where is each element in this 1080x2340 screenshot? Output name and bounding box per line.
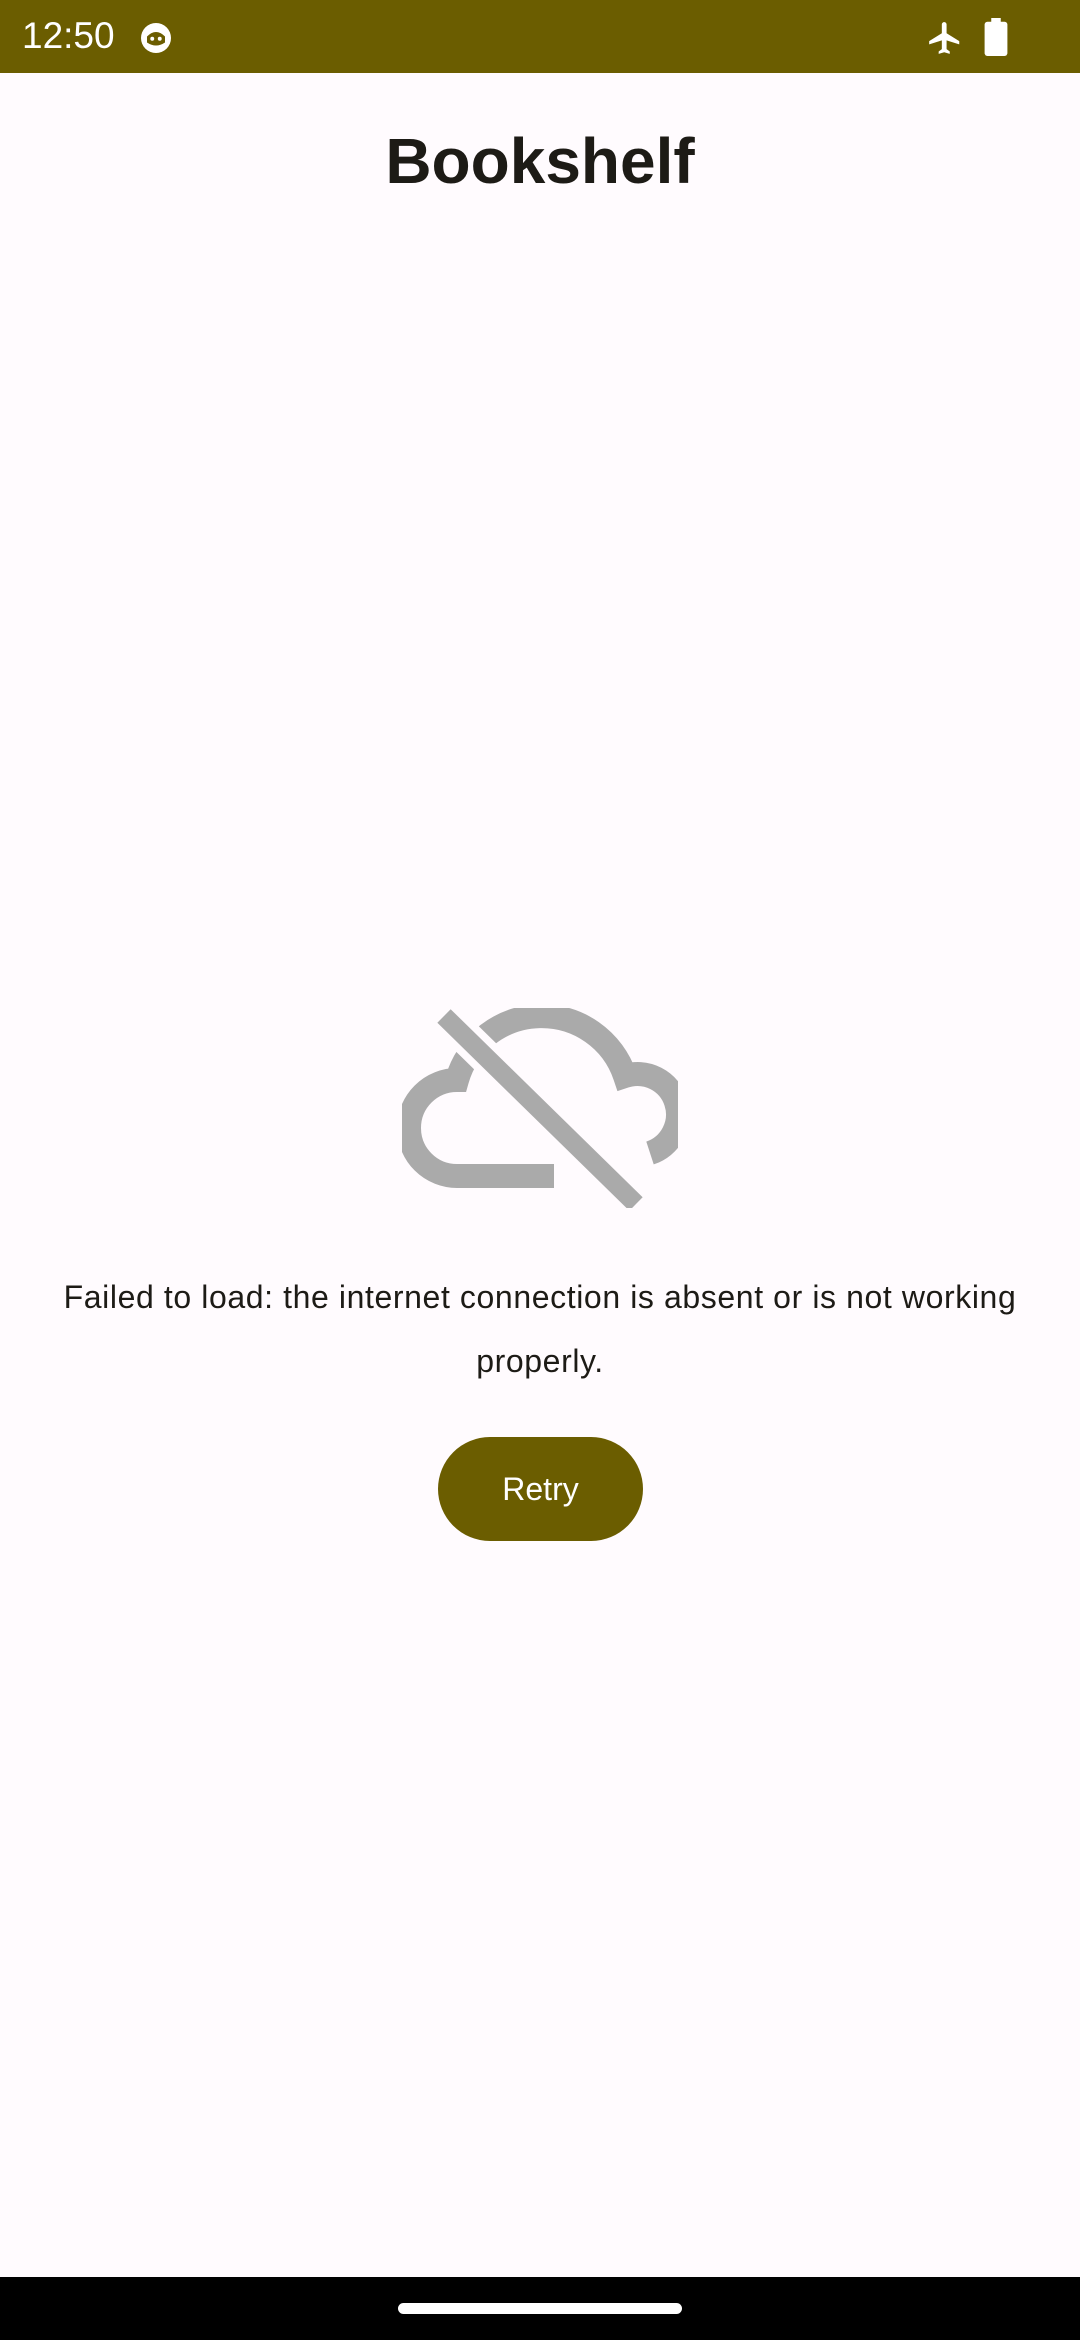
retry-button-label: Retry xyxy=(502,1470,579,1507)
error-message: Failed to load: the internet connection … xyxy=(63,1279,1017,1379)
cloud-off-icon xyxy=(402,1008,678,1208)
page-title: Bookshelf xyxy=(385,125,695,197)
navigation-bar xyxy=(0,2277,1080,2340)
status-time: 12:50 xyxy=(22,15,115,56)
top-app-bar: Bookshelf xyxy=(0,73,1080,249)
app-notification-icon xyxy=(141,23,171,53)
airplane-mode-icon xyxy=(929,22,960,54)
home-handle[interactable] xyxy=(398,2303,682,2314)
battery-icon xyxy=(984,18,1008,56)
status-bar: 12:50 xyxy=(0,0,1080,73)
retry-button[interactable]: Retry xyxy=(438,1437,643,1541)
